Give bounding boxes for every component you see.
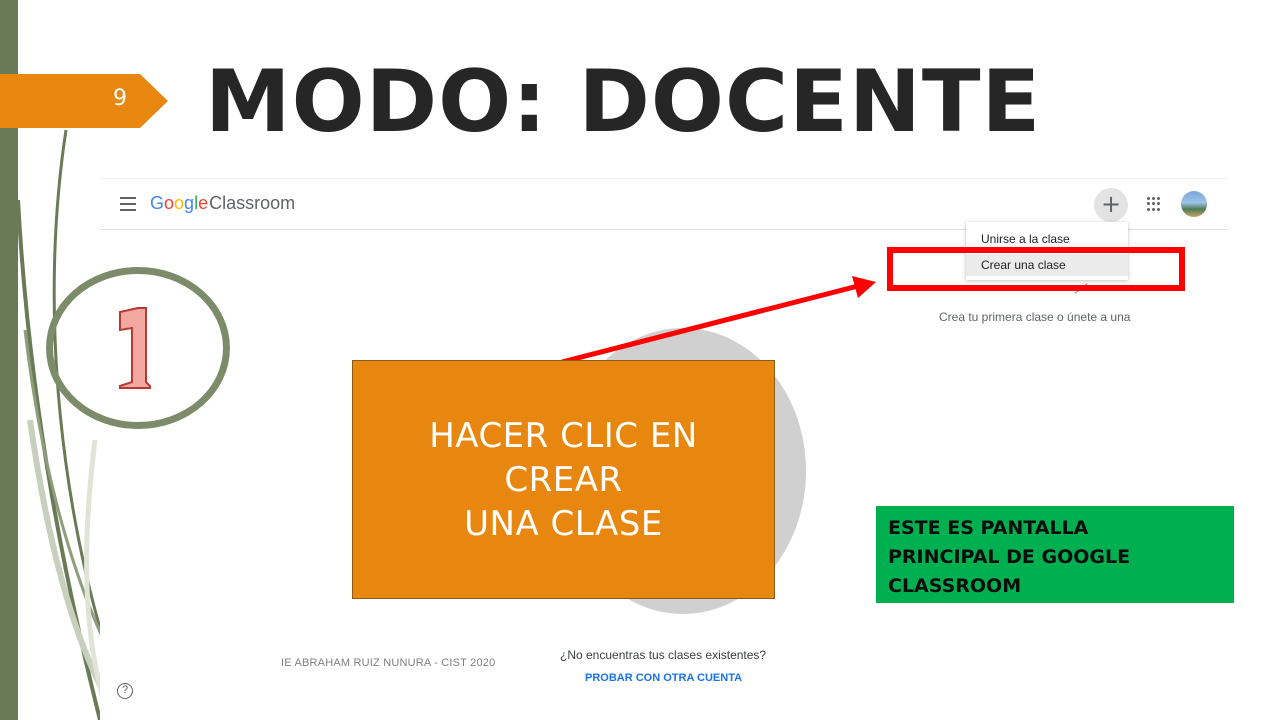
note-text: ESTE ES PANTALLA PRINCIPAL DE GOOGLE CLA…: [888, 517, 1131, 597]
slide-title: MODO: DOCENTE: [205, 52, 1042, 152]
not-found-text: ¿No encuentras tus clases existentes?: [560, 648, 767, 662]
instruction-text: HACER CLIC EN CREAR UNA CLASE: [429, 415, 698, 544]
step-number-one: [119, 307, 151, 389]
avatar[interactable]: [1181, 191, 1207, 217]
logo-letter: G: [150, 193, 165, 213]
create-class-highlight: [887, 247, 1185, 291]
instruction-callout: HACER CLIC EN CREAR UNA CLASE: [352, 360, 775, 599]
slide-number-tab: [0, 74, 168, 128]
apps-grid-icon[interactable]: [1147, 197, 1161, 211]
add-class-button[interactable]: +: [1094, 188, 1128, 222]
help-icon[interactable]: ?: [117, 683, 133, 699]
logo-letter: o: [174, 193, 185, 213]
slide-footer: IE ABRAHAM RUIZ NUNURA - CIST 2020: [281, 657, 496, 669]
try-other-account-link[interactable]: PROBAR CON OTRA CUENTA: [585, 672, 742, 684]
logo-letter: o: [164, 193, 175, 213]
google-classroom-logo[interactable]: GoogleClassroom: [150, 193, 295, 214]
note-callout: ESTE ES PANTALLA PRINCIPAL DE GOOGLE CLA…: [876, 506, 1234, 603]
menu-icon[interactable]: [120, 197, 136, 211]
empty-state-text: Crea tu primera clase o únete a una: [939, 310, 1131, 324]
slide-number: 9: [113, 86, 127, 111]
logo-letter: g: [184, 193, 195, 213]
logo-product-name: Classroom: [209, 193, 296, 213]
logo-letter: e: [198, 193, 209, 213]
